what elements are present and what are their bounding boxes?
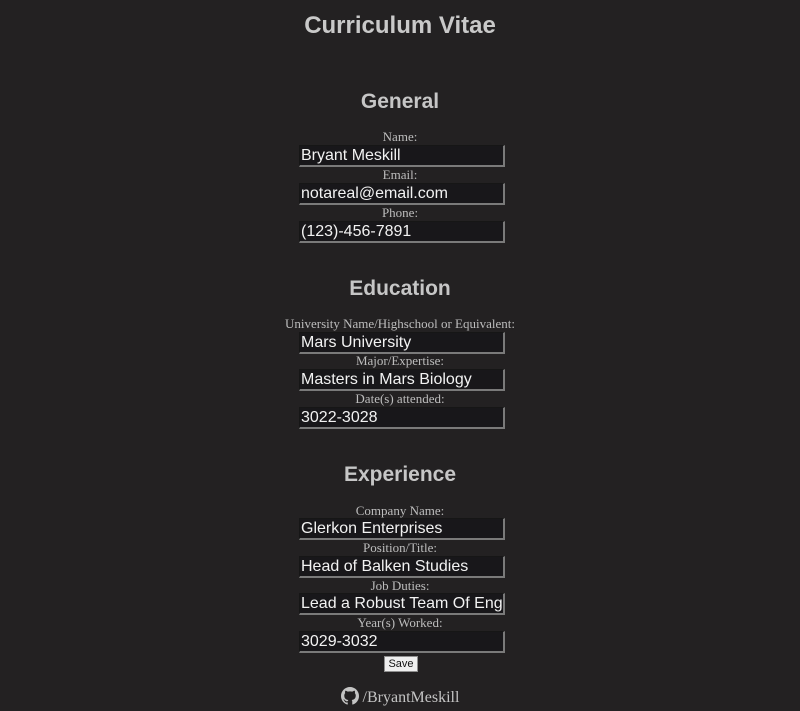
- section-title-experience: Experience: [343, 463, 457, 486]
- name-input[interactable]: [299, 145, 505, 167]
- position-title-input[interactable]: [299, 556, 505, 578]
- save-button[interactable]: Save: [384, 656, 418, 672]
- dates-attended-input[interactable]: [299, 407, 505, 429]
- footer: /BryantMeskill: [0, 687, 800, 708]
- job-duties-label: Job Duties:: [370, 578, 430, 593]
- github-icon[interactable]: [340, 687, 363, 706]
- position-title-label: Position/Title:: [363, 540, 437, 555]
- company-name-input[interactable]: [299, 518, 505, 540]
- job-duties-input[interactable]: [299, 593, 505, 615]
- dates-attended-label: Date(s) attended:: [355, 391, 445, 406]
- section-title-education: Education: [349, 277, 451, 300]
- years-worked-label: Year(s) Worked:: [357, 615, 443, 630]
- section-title-general: General: [360, 90, 440, 113]
- email-input[interactable]: [299, 183, 505, 205]
- email-label: Email:: [382, 167, 418, 182]
- github-profile-link[interactable]: /BryantMeskill: [363, 689, 460, 706]
- major-input[interactable]: [299, 369, 505, 391]
- name-label: Name:: [382, 129, 418, 144]
- university-label: University Name/Highschool or Equivalent…: [285, 316, 515, 331]
- university-input[interactable]: [299, 332, 505, 354]
- phone-input[interactable]: [299, 221, 505, 243]
- company-name-label: Company Name:: [355, 503, 445, 518]
- phone-label: Phone:: [381, 205, 419, 220]
- page-title: Curriculum Vitae: [304, 12, 496, 39]
- years-worked-input[interactable]: [299, 631, 505, 653]
- major-label: Major/Expertise:: [355, 353, 445, 368]
